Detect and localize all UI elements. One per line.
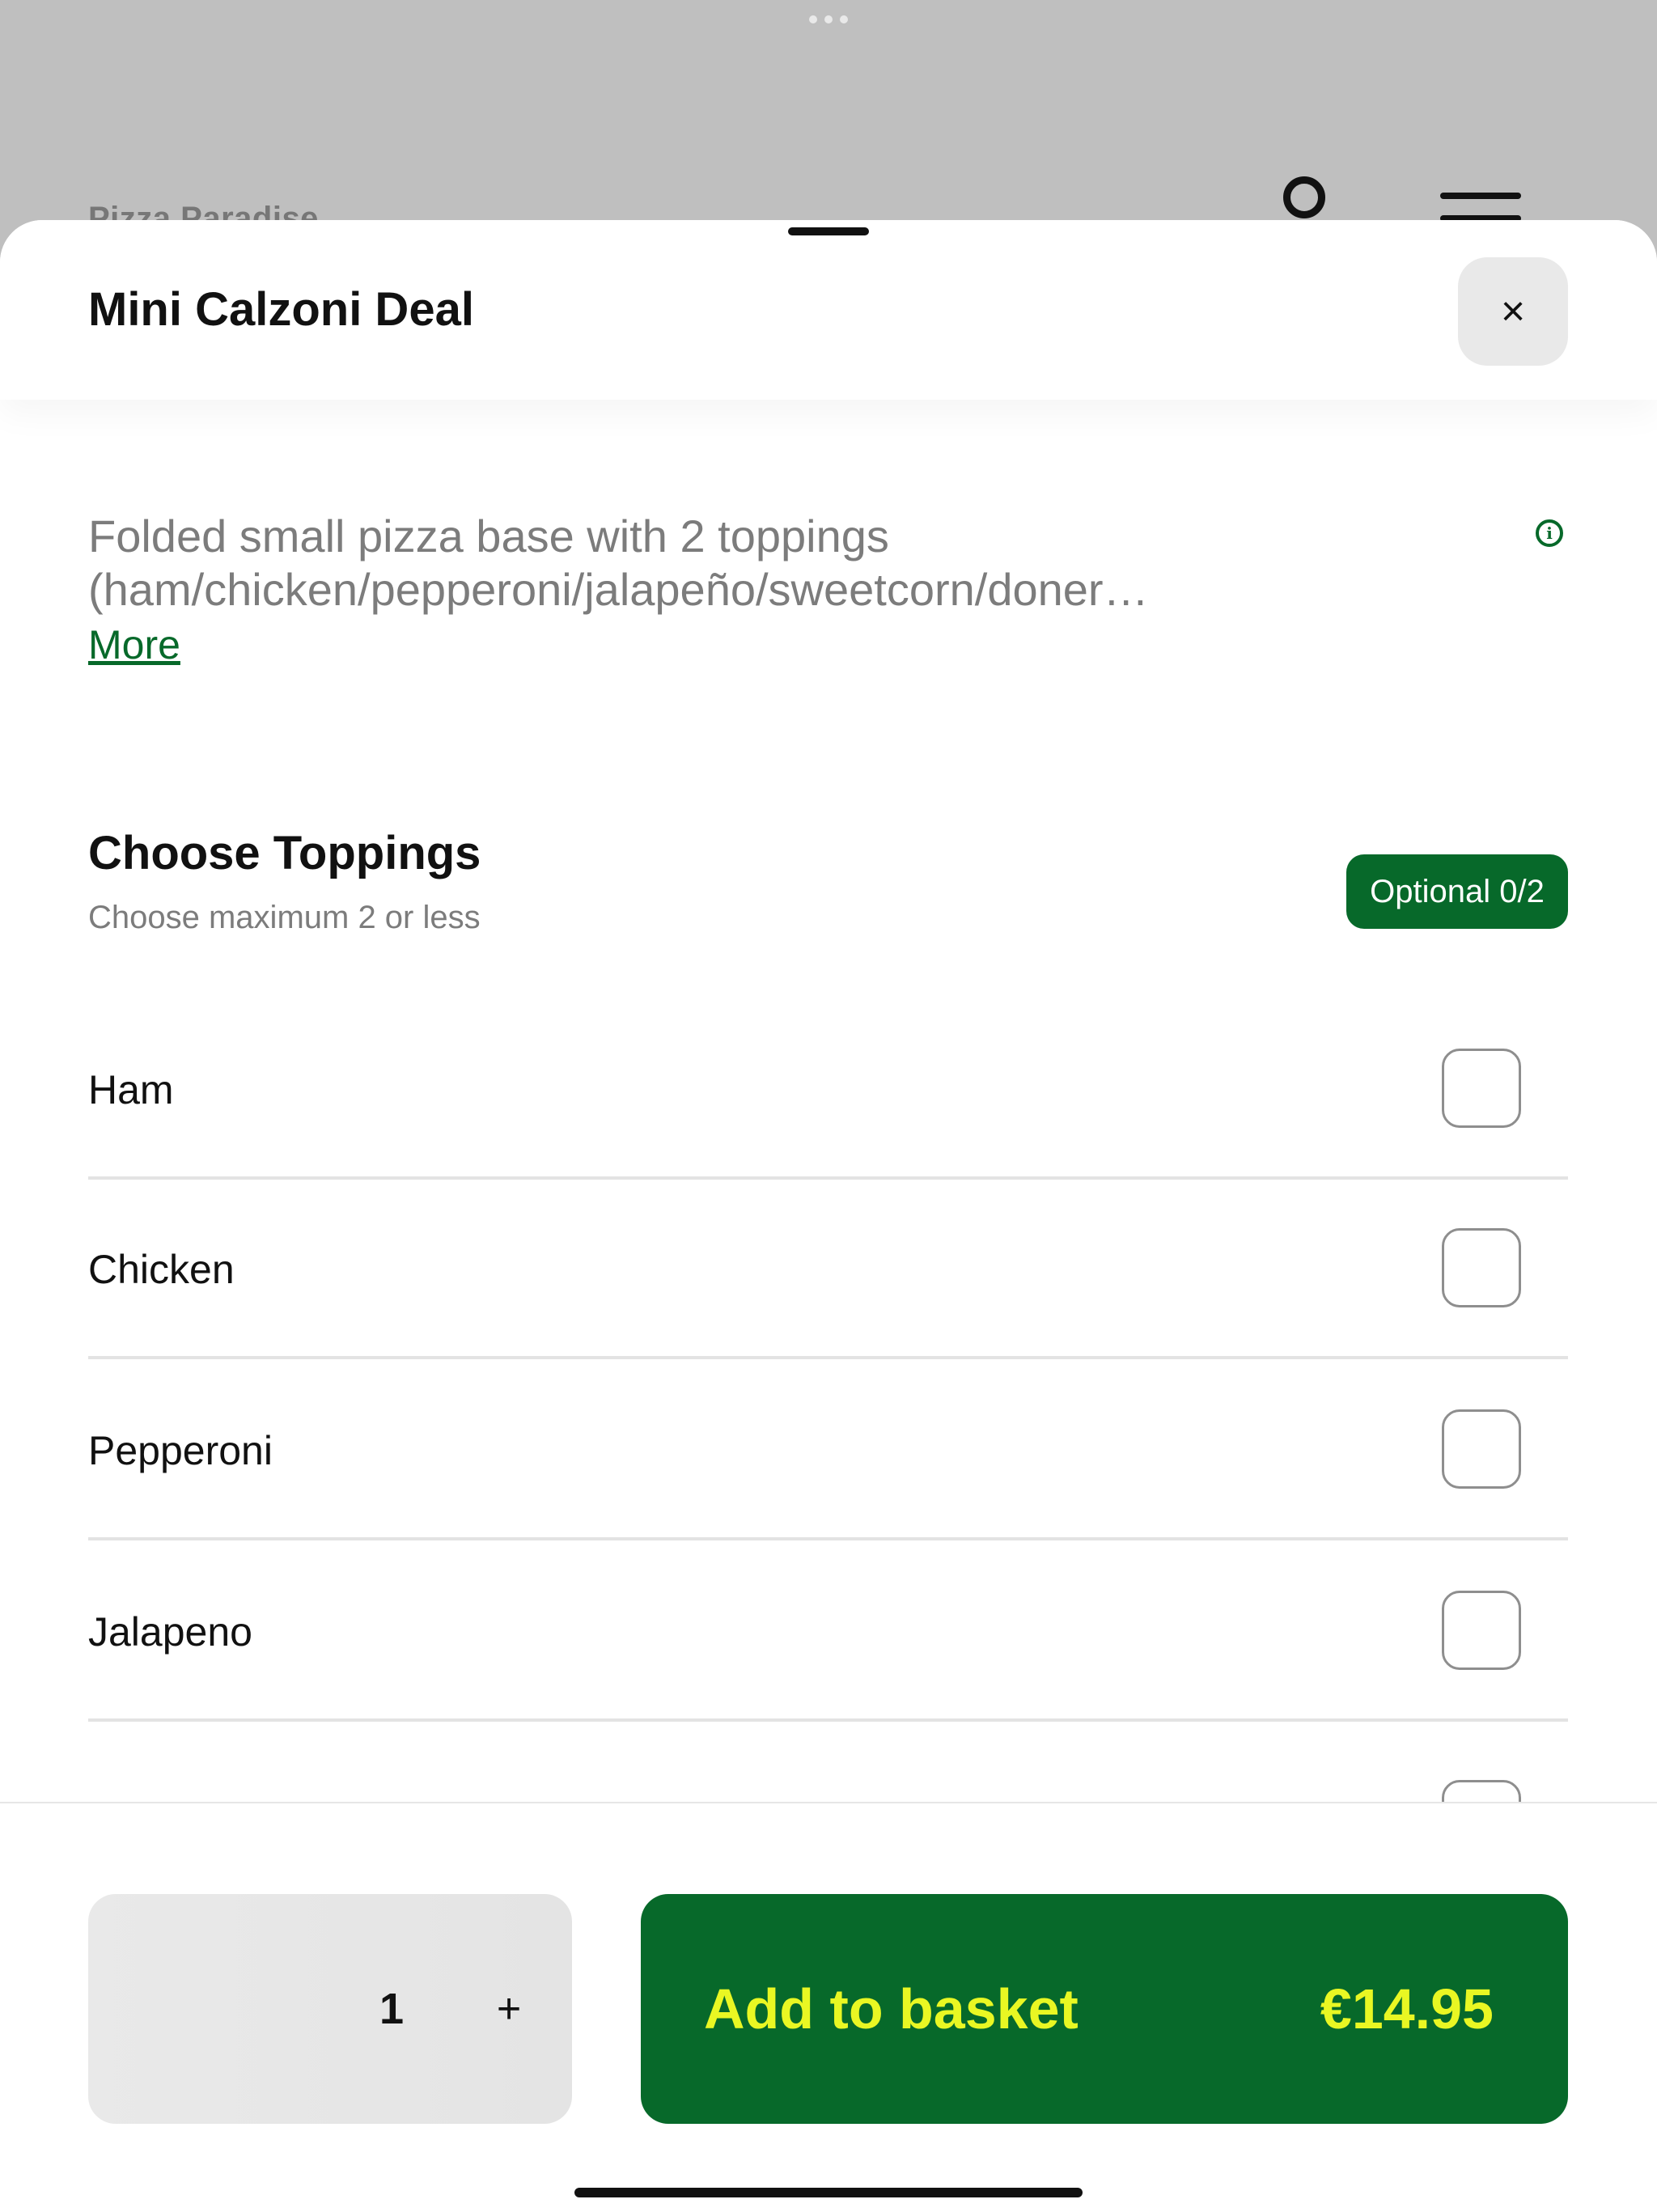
close-button[interactable]: × [1458,257,1568,366]
topping-label: Jalapeno [88,1609,252,1655]
description-text: Folded small pizza base with 2 toppings … [88,511,1104,615]
multitasking-dots-icon[interactable] [809,15,848,24]
topping-label: Pepperoni [88,1428,273,1473]
topping-checkbox[interactable] [1442,1049,1521,1128]
topping-option-ham[interactable]: Ham [88,1000,1568,1180]
home-indicator[interactable] [574,2188,1083,2197]
add-to-basket-button[interactable]: Add to basket €14.95 [641,1894,1568,2124]
item-price: €14.95 [1320,1977,1494,2040]
topping-option-jalapeno[interactable]: Jalapeno [88,1542,1568,1722]
optional-status-badge: Optional 0/2 [1346,854,1568,929]
quantity-stepper[interactable]: 1 + [88,1894,572,2124]
quantity-value: 1 [379,1985,405,2033]
account-icon [1283,176,1325,218]
toppings-section-subtitle: Choose maximum 2 or less [88,900,481,935]
topping-checkbox[interactable] [1442,1409,1521,1489]
info-icon-glyph: i [1546,523,1553,543]
more-link[interactable]: More [88,621,180,669]
topping-option-chicken[interactable]: Chicken [88,1180,1568,1359]
item-title: Mini Calzoni Deal [88,283,474,336]
topping-label: Chicken [88,1247,235,1292]
item-description: Folded small pizza base with 2 toppings … [88,510,1520,670]
sheet-grabber-handle[interactable] [788,227,869,235]
close-icon: × [1500,288,1526,335]
topping-label: Ham [88,1067,174,1112]
add-to-basket-label: Add to basket [704,1977,1079,2040]
sheet-footer: 1 + Add to basket €14.95 [0,1802,1657,2212]
topping-option-pepperoni[interactable]: Pepperoni [88,1361,1568,1540]
sheet-header: Mini Calzoni Deal × [0,220,1657,400]
topping-checkbox[interactable] [1442,1228,1521,1307]
toppings-section-title: Choose Toppings [88,827,481,879]
info-icon[interactable]: i [1536,519,1563,547]
topping-checkbox[interactable] [1442,1591,1521,1670]
increase-quantity-button[interactable]: + [468,1968,549,2049]
